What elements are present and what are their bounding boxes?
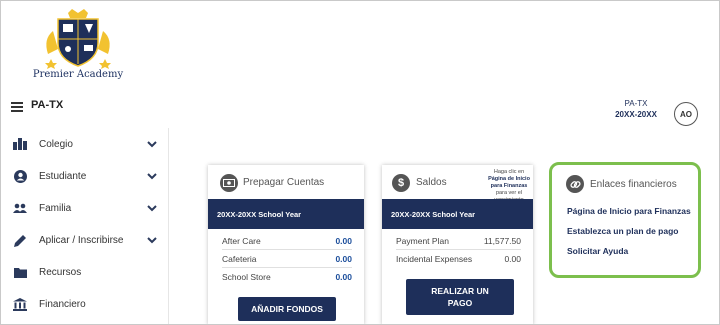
table-row: Cafeteria 0.00 (222, 250, 352, 268)
link-icon (566, 175, 584, 193)
hint-text: para ver el (496, 190, 522, 196)
table-row: School Store 0.00 (222, 268, 352, 286)
card-title: Enlaces financieros (590, 179, 677, 190)
people-icon (13, 201, 27, 215)
sidebar-item-label: Financiero (39, 298, 86, 310)
chevron-down-icon[interactable] (146, 138, 158, 150)
avatar[interactable]: AO (674, 102, 698, 126)
financial-links-card: Enlaces financieros Página de Inicio par… (549, 162, 701, 278)
prepaid-accounts-card: Prepagar Cuentas 20XX-20XX School Year A… (208, 165, 364, 324)
sidebar-item-familia[interactable]: Familia (1, 192, 168, 224)
add-funds-button[interactable]: AÑADIR FONDOS (238, 297, 336, 321)
hint-text: Haga clic en (493, 169, 525, 175)
table-row: Incidental Expenses 0.00 (396, 250, 521, 268)
context-selector[interactable]: PA-TX 20XX-20XX (601, 99, 671, 119)
app-window: Premier Academy PA-TX PA-TX 20XX-20XX AO… (0, 0, 720, 325)
sidebar-item-label: Recursos (39, 266, 82, 278)
row-label: Payment Plan (396, 235, 449, 246)
context-org: PA-TX (624, 99, 648, 108)
menu-icon[interactable] (11, 102, 23, 112)
link-request-help[interactable]: Solicitar Ayuda (567, 246, 628, 256)
money-icon (220, 174, 238, 192)
card-title: Saldos (416, 177, 447, 188)
row-value: 0.00 (335, 272, 352, 282)
dollar-icon: $ (392, 174, 410, 192)
org-name: PA-TX (31, 99, 64, 111)
school-logo[interactable]: Premier Academy (23, 9, 133, 85)
table-row: After Care 0.00 (222, 232, 352, 250)
sidebar-item-label: Estudiante (39, 170, 87, 182)
building-icon (13, 137, 27, 151)
sidebar-item-label: Familia (39, 202, 72, 214)
sidebar-item-label: Colegio (39, 138, 73, 150)
chevron-down-icon[interactable] (146, 202, 158, 214)
row-label: After Care (222, 235, 261, 246)
row-label: Cafeteria (222, 253, 257, 264)
context-year: 20XX-20XX (615, 110, 657, 119)
link-finance-home[interactable]: Página de Inicio para Finanzas (567, 206, 691, 216)
crest-icon (45, 9, 111, 69)
sidebar-divider (168, 128, 169, 324)
row-label: School Store (222, 272, 271, 282)
school-name: Premier Academy (32, 69, 124, 80)
row-label: Incidental Expenses (396, 254, 473, 264)
folder-icon (13, 265, 27, 279)
chevron-down-icon[interactable] (146, 234, 158, 246)
hint-link[interactable]: Página de Inicio para Finanzas (485, 176, 533, 190)
sidebar: Colegio Estudiante Familia Aplicar / Ins… (1, 128, 168, 320)
chevron-down-icon[interactable] (146, 170, 158, 182)
row-value: 0.00 (335, 253, 352, 264)
school-year-band: 20XX-20XX School Year (382, 199, 533, 229)
sidebar-item-label: Aplicar / Inscribirse (39, 234, 124, 246)
row-value: 0.00 (504, 254, 521, 264)
school-year-band: 20XX-20XX School Year (208, 199, 364, 229)
sidebar-item-aplicar[interactable]: Aplicar / Inscribirse (1, 224, 168, 256)
sidebar-item-estudiante[interactable]: Estudiante (1, 160, 168, 192)
row-value: 0.00 (335, 235, 352, 246)
user-circle-icon (13, 169, 27, 183)
card-title: Prepagar Cuentas (243, 177, 325, 188)
sidebar-item-financiero[interactable]: Financiero (1, 288, 168, 320)
sidebar-item-recursos[interactable]: Recursos (1, 256, 168, 288)
make-payment-button[interactable]: REALIZAR UN PAGO (406, 279, 514, 315)
bank-icon (13, 297, 27, 311)
sidebar-item-colegio[interactable]: Colegio (1, 128, 168, 160)
top-bar: PA-TX PA-TX 20XX-20XX AO (1, 93, 719, 129)
row-value: 11,577.50 (483, 235, 521, 246)
table-row: Payment Plan 11,577.50 (396, 232, 521, 250)
pencil-icon (13, 233, 27, 247)
balances-card: $ Saldos Haga clic en Página de Inicio p… (382, 165, 533, 324)
link-payment-plan[interactable]: Establezca un plan de pago (567, 226, 678, 236)
